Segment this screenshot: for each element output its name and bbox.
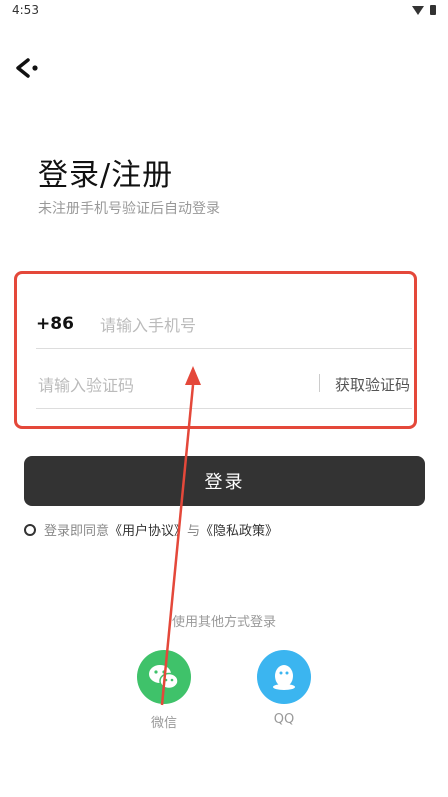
qq-label: QQ [273,712,295,727]
wechat-label: 微信 [150,716,177,731]
agree-radio[interactable] [24,523,36,536]
agreement-row: 登录即同意 《用户协议》 与 《隐私政策》 [24,520,278,539]
status-icons [412,5,436,15]
wifi-icon [412,5,424,15]
page-title: 登录/注册 [38,158,174,193]
phone-input[interactable] [98,310,402,340]
status-bar: 4:53 [0,0,448,24]
qq-icon[interactable] [257,650,311,704]
other-login-title: 使用其他方式登录 [171,615,276,630]
back-icon[interactable] [14,56,42,80]
phone-field: +86 [36,302,412,349]
get-code-button[interactable]: 获取验证码 [335,374,410,395]
divider [319,374,320,392]
country-code[interactable]: +86 [36,314,74,334]
wechat-icon[interactable] [137,650,191,704]
agreement-prefix: 登录即同意 [44,524,110,539]
battery-icon [430,5,436,15]
privacy-policy-link[interactable]: 《隐私政策》 [200,520,278,539]
wechat-login-button[interactable]: 微信 [124,650,204,731]
login-button[interactable]: 登录 [24,456,425,506]
qq-login-button[interactable]: QQ [244,650,324,727]
verify-code-input[interactable] [36,370,300,400]
page-subtitle: 未注册手机号验证后自动登录 [38,201,220,217]
agreement-and: 与 [187,524,201,539]
verify-field: 获取验证码 [36,362,412,409]
user-agreement-link[interactable]: 《用户协议》 [109,520,187,539]
status-time: 4:53 [12,3,39,17]
